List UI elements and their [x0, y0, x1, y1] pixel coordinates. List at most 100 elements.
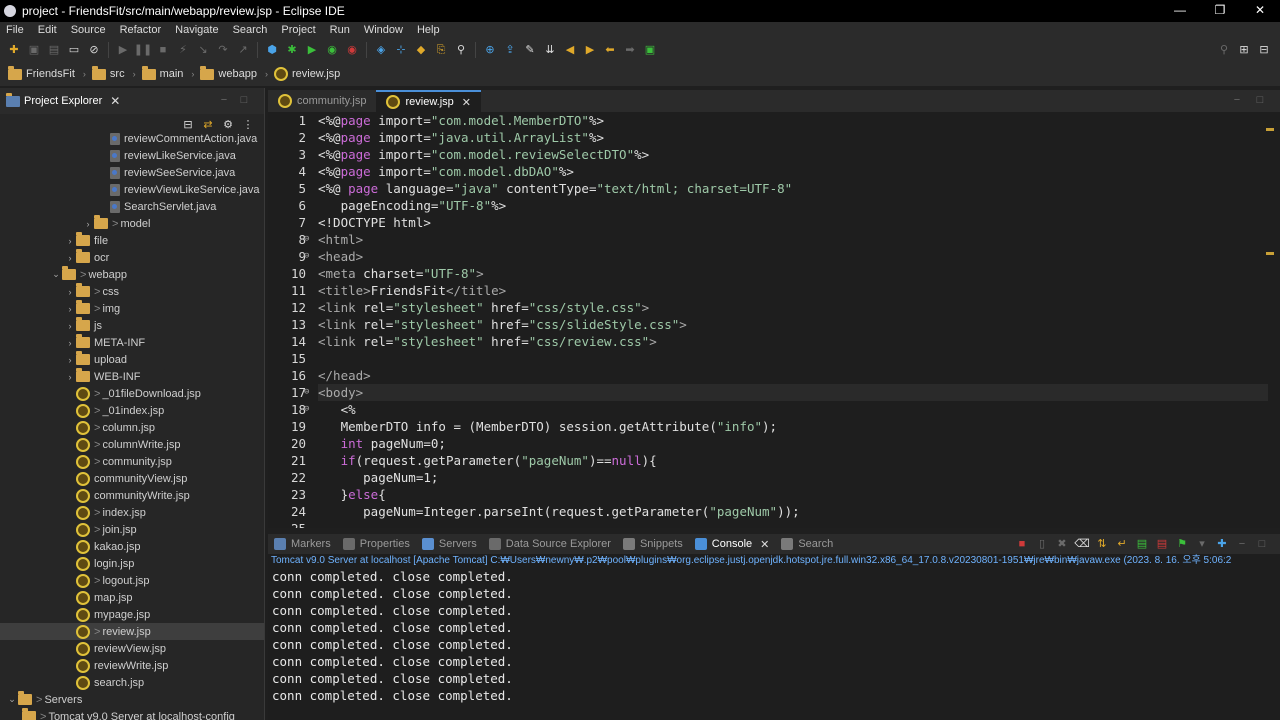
- quick-access-icon[interactable]: ⚲: [1216, 42, 1232, 58]
- tree-item[interactable]: > join.jsp: [0, 521, 264, 538]
- coverage-icon[interactable]: ◉: [324, 42, 340, 58]
- chevron-right-icon[interactable]: ›: [64, 287, 76, 297]
- resume-icon[interactable]: ▶: [115, 42, 131, 58]
- editor-tab[interactable]: review.jsp ✕: [376, 90, 481, 112]
- code-line[interactable]: <%@ page language="java" contentType="te…: [318, 180, 1268, 197]
- minimize-button[interactable]: —: [1160, 0, 1200, 22]
- menu-navigate[interactable]: Navigate: [169, 24, 226, 36]
- new-icon[interactable]: ✚: [6, 42, 22, 58]
- chevron-right-icon[interactable]: ›: [64, 321, 76, 331]
- tab-search[interactable]: Search: [781, 538, 833, 550]
- tree-item[interactable]: > _01fileDownload.jsp: [0, 385, 264, 402]
- tree-item[interactable]: > column.jsp: [0, 419, 264, 436]
- debug-icon[interactable]: ✱: [284, 42, 300, 58]
- tree-item[interactable]: > logout.jsp: [0, 572, 264, 589]
- tree-item[interactable]: › upload: [0, 351, 264, 368]
- external-tools-icon[interactable]: ◉: [344, 42, 360, 58]
- warning-marker[interactable]: [1266, 128, 1274, 131]
- show-console-on-output-icon[interactable]: ▤: [1134, 536, 1150, 552]
- remove-launch-icon[interactable]: ▯: [1034, 536, 1050, 552]
- overview-ruler[interactable]: [1266, 112, 1276, 528]
- tree-item[interactable]: ⌄ > webapp: [0, 266, 264, 283]
- minimize-icon[interactable]: −: [216, 92, 232, 108]
- suspend-icon[interactable]: ❚❚: [134, 42, 152, 58]
- save-all-icon[interactable]: ▤: [46, 42, 62, 58]
- chevron-right-icon[interactable]: ›: [82, 219, 94, 229]
- close-button[interactable]: ✕: [1240, 0, 1280, 22]
- tree-item[interactable]: SearchServlet.java: [0, 198, 264, 215]
- pin-icon[interactable]: ⇪: [502, 42, 518, 58]
- code-line[interactable]: <head>: [318, 248, 1268, 265]
- navigate-back-icon[interactable]: ⬅: [602, 42, 618, 58]
- editor-tab[interactable]: community.jsp: [268, 90, 376, 112]
- new-class-icon[interactable]: ◆: [413, 42, 429, 58]
- tree-item[interactable]: reviewSeeService.java: [0, 164, 264, 181]
- fold-toggle-icon[interactable]: ⊖: [304, 401, 309, 418]
- code-line[interactable]: [318, 350, 1268, 367]
- code-line[interactable]: <%@page import="com.model.MemberDTO"%>: [318, 112, 1268, 129]
- tree-item[interactable]: › file: [0, 232, 264, 249]
- tab-snippets[interactable]: Snippets: [622, 538, 683, 550]
- tab-properties[interactable]: Properties: [342, 538, 410, 550]
- java-perspective-icon[interactable]: ⊟: [1256, 42, 1272, 58]
- maximize-icon[interactable]: □: [236, 92, 252, 108]
- open-console-icon[interactable]: ✚: [1214, 536, 1230, 552]
- minimize-icon[interactable]: −: [1234, 536, 1250, 552]
- step-into-icon[interactable]: ↘: [195, 42, 211, 58]
- tree-item[interactable]: reviewView.jsp: [0, 640, 264, 657]
- display-selected-console-icon[interactable]: ▾: [1194, 536, 1210, 552]
- menu-source[interactable]: Source: [65, 24, 114, 36]
- clear-console-icon[interactable]: ⌫: [1074, 536, 1090, 552]
- terminate-icon[interactable]: ■: [155, 42, 171, 58]
- show-console-on-error-icon[interactable]: ▤: [1154, 536, 1170, 552]
- code-line[interactable]: int pageNum=0;: [318, 435, 1268, 452]
- tree-item[interactable]: reviewCommentAction.java: [0, 130, 264, 147]
- search-icon[interactable]: ⚲: [453, 42, 469, 58]
- code-line[interactable]: pageNum=Integer.parseInt(request.getPara…: [318, 503, 1268, 520]
- code-line[interactable]: pageNum=1;: [318, 469, 1268, 486]
- pin-console-icon[interactable]: ⚑: [1174, 536, 1190, 552]
- code-line[interactable]: <%: [318, 401, 1268, 418]
- back-icon[interactable]: ◀: [562, 42, 578, 58]
- tree-item[interactable]: > review.jsp: [0, 623, 264, 640]
- code-line[interactable]: <%@page import="java.util.ArrayList"%>: [318, 129, 1268, 146]
- tab-console[interactable]: Console ✕: [694, 538, 769, 551]
- tree-item[interactable]: reviewViewLikeService.java: [0, 181, 264, 198]
- open-perspective-icon[interactable]: ▣: [642, 42, 658, 58]
- chevron-right-icon[interactable]: ›: [64, 355, 76, 365]
- tree-item[interactable]: › WEB-INF: [0, 368, 264, 385]
- run-icon[interactable]: ▶: [304, 42, 320, 58]
- chevron-right-icon[interactable]: ›: [64, 253, 76, 263]
- open-type-icon[interactable]: ⎘: [433, 42, 449, 58]
- breadcrumb-item[interactable]: review.jsp: [273, 67, 340, 81]
- forward-icon[interactable]: ▶: [582, 42, 598, 58]
- navigate-forward-icon[interactable]: ➡: [622, 42, 638, 58]
- tree-item[interactable]: communityWrite.jsp: [0, 487, 264, 504]
- fold-toggle-icon[interactable]: ⊖: [304, 248, 309, 265]
- close-icon[interactable]: ✕: [110, 94, 120, 108]
- code-line[interactable]: }else{: [318, 486, 1268, 503]
- terminal-icon[interactable]: ▭: [66, 42, 82, 58]
- code-line[interactable]: [318, 520, 1268, 528]
- tree-item[interactable]: search.jsp: [0, 674, 264, 691]
- console-output[interactable]: conn completed. close completed. conn com…: [268, 568, 1280, 704]
- tree-item[interactable]: kakao.jsp: [0, 538, 264, 555]
- java-ee-perspective-icon[interactable]: ⊞: [1236, 42, 1252, 58]
- code-line[interactable]: pageEncoding="UTF-8"%>: [318, 197, 1268, 214]
- tree-item[interactable]: reviewWrite.jsp: [0, 657, 264, 674]
- breadcrumb-item[interactable]: src ›: [91, 65, 136, 80]
- breadcrumb-item[interactable]: main ›: [141, 65, 194, 80]
- code-line[interactable]: <link rel="stylesheet" href="css/slideSt…: [318, 316, 1268, 333]
- chevron-down-icon[interactable]: ⌄: [6, 694, 18, 705]
- annotation-icon[interactable]: ✎: [522, 42, 538, 58]
- menu-refactor[interactable]: Refactor: [114, 24, 170, 36]
- step-return-icon[interactable]: ↗: [235, 42, 251, 58]
- fold-toggle-icon[interactable]: ⊖: [304, 231, 309, 248]
- breadcrumb-item[interactable]: webapp ›: [200, 65, 268, 80]
- code-line[interactable]: <meta charset="UTF-8">: [318, 265, 1268, 282]
- tree-item[interactable]: > columnWrite.jsp: [0, 436, 264, 453]
- tree-item[interactable]: › js: [0, 317, 264, 334]
- code-line[interactable]: </head>: [318, 367, 1268, 384]
- code-line[interactable]: <link rel="stylesheet" href="css/style.c…: [318, 299, 1268, 316]
- code-line[interactable]: <body>: [318, 384, 1268, 401]
